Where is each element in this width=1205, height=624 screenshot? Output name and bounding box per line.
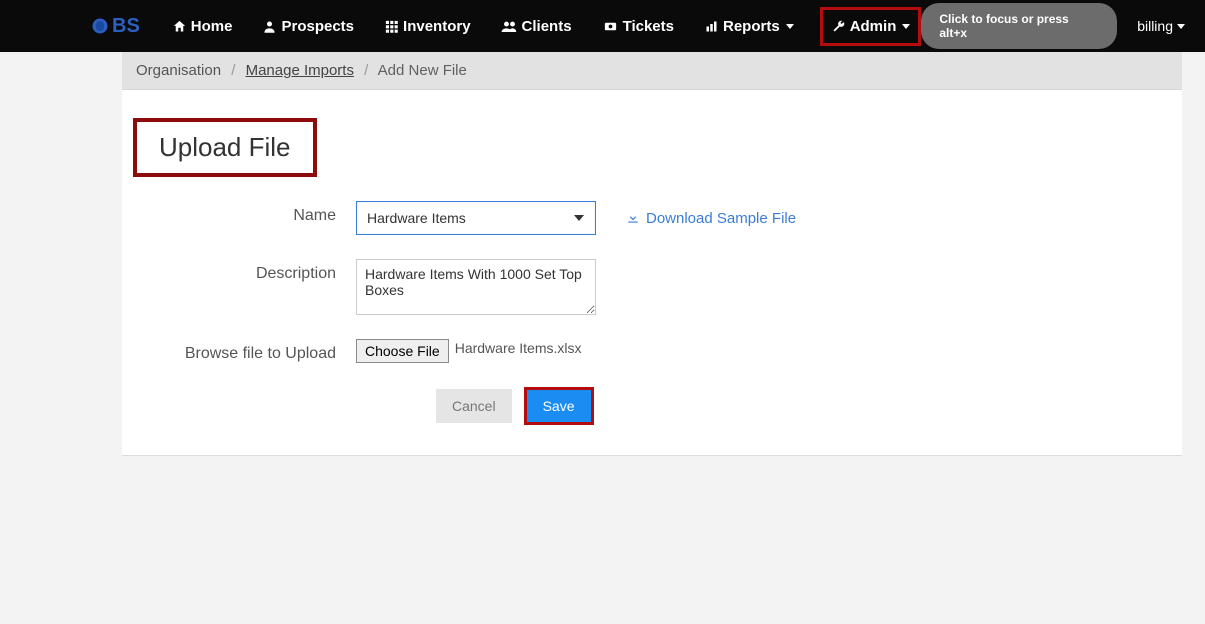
ticket-icon: [602, 19, 619, 34]
user-menu[interactable]: billing: [1137, 18, 1185, 34]
home-icon: [172, 19, 187, 34]
caret-down-icon: [902, 24, 910, 29]
breadcrumb-sep: /: [231, 62, 235, 79]
nav-home-label: Home: [191, 18, 233, 35]
top-navbar: BS Home Prospects Inventory Clients: [0, 0, 1205, 52]
grid-icon: [384, 19, 399, 34]
logo-text: BS: [112, 15, 140, 38]
chosen-file-name: Hardware Items.xlsx: [455, 340, 582, 356]
nav-clients[interactable]: Clients: [497, 12, 576, 41]
breadcrumb-manage-imports[interactable]: Manage Imports: [246, 62, 354, 79]
nav-inventory-label: Inventory: [403, 18, 471, 35]
save-button[interactable]: Save: [527, 390, 591, 422]
brain-icon: [90, 16, 112, 36]
nav-prospects[interactable]: Prospects: [258, 12, 358, 41]
nav-prospects-label: Prospects: [281, 18, 354, 35]
download-sample-label: Download Sample File: [646, 210, 796, 227]
nav-tickets-label: Tickets: [623, 18, 674, 35]
caret-down-icon: [1177, 24, 1185, 29]
save-button-highlight: Save: [524, 387, 594, 425]
nav-reports-label: Reports: [723, 18, 780, 35]
breadcrumb: Organisation / Manage Imports / Add New …: [122, 52, 1182, 90]
breadcrumb-sep: /: [364, 62, 368, 79]
nav-inventory[interactable]: Inventory: [380, 12, 475, 41]
nav-reports[interactable]: Reports: [700, 12, 798, 41]
nav-tickets[interactable]: Tickets: [598, 12, 678, 41]
caret-down-icon: [786, 24, 794, 29]
page-title: Upload File: [159, 132, 291, 163]
app-logo[interactable]: BS: [90, 15, 140, 38]
name-select[interactable]: Hardware Items: [356, 201, 596, 235]
user-icon: [262, 19, 277, 34]
content-panel: Upload File Name Hardware Items Download…: [122, 90, 1182, 456]
label-browse: Browse file to Upload: [136, 339, 356, 363]
search-pill-label: Click to focus or press alt+x: [939, 12, 1068, 40]
description-textarea[interactable]: [356, 259, 596, 315]
chart-icon: [704, 19, 719, 34]
nav-clients-label: Clients: [522, 18, 572, 35]
page-title-highlight: Upload File: [133, 118, 317, 177]
download-icon: [626, 211, 640, 225]
breadcrumb-org[interactable]: Organisation: [136, 62, 221, 79]
nav-admin-label: Admin: [850, 18, 897, 35]
wrench-icon: [831, 19, 846, 34]
download-sample-link[interactable]: Download Sample File: [626, 210, 796, 227]
nav-admin[interactable]: Admin: [820, 7, 922, 46]
search-focus-pill[interactable]: Click to focus or press alt+x: [921, 3, 1117, 49]
user-menu-label: billing: [1137, 18, 1173, 34]
main-nav: Home Prospects Inventory Clients Tickets: [168, 7, 922, 46]
users-icon: [501, 19, 518, 34]
label-description: Description: [136, 259, 356, 283]
choose-file-button[interactable]: Choose File: [356, 339, 449, 363]
label-name: Name: [136, 201, 356, 225]
nav-home[interactable]: Home: [168, 12, 237, 41]
breadcrumb-current: Add New File: [378, 62, 467, 79]
cancel-button[interactable]: Cancel: [436, 389, 512, 423]
